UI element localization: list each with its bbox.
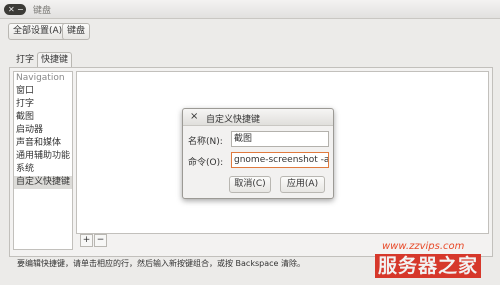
- cancel-button[interactable]: 取消(C): [229, 176, 271, 193]
- close-icon[interactable]: ×: [190, 111, 198, 122]
- command-field[interactable]: gnome-screenshot -a: [231, 152, 329, 168]
- sidebar-item-typing[interactable]: 打字: [14, 98, 72, 111]
- sidebar-item-windows[interactable]: 窗口: [14, 85, 72, 98]
- tab-typing[interactable]: 打字: [13, 53, 37, 67]
- tab-shortcuts[interactable]: 快捷键: [37, 52, 73, 67]
- sidebar-item-screenshots[interactable]: 截图: [14, 111, 72, 124]
- dialog-titlebar: × 自定义快捷键: [183, 109, 333, 126]
- sidebar-item-navigation[interactable]: Navigation: [14, 72, 72, 85]
- watermark-brand: 服务器之家: [375, 254, 482, 278]
- close-icon[interactable]: ✕: [8, 4, 15, 15]
- all-settings-button[interactable]: 全部设置(A): [8, 23, 68, 40]
- sidebar-item-system[interactable]: 系统: [14, 163, 72, 176]
- sidebar-item-custom-shortcuts[interactable]: 自定义快捷键: [14, 176, 72, 189]
- window-title: 键盘: [33, 6, 52, 16]
- apply-button[interactable]: 应用(A): [280, 176, 325, 193]
- sidebar-item-accessibility[interactable]: 通用辅助功能: [14, 150, 72, 163]
- dialog-title: 自定义快捷键: [206, 115, 261, 125]
- minimize-icon[interactable]: −: [17, 4, 24, 15]
- shortcut-hint-text: 要编辑快捷键，请单击相应的行，然后输入新按键组合，或按 Backspace 清除…: [17, 259, 305, 268]
- sidebar-item-sound-media[interactable]: 声音和媒体: [14, 137, 72, 150]
- add-shortcut-button[interactable]: +: [80, 234, 93, 247]
- command-label: 命令(O):: [188, 158, 224, 168]
- window-titlebar: ✕ − 键盘: [0, 0, 500, 19]
- remove-shortcut-button[interactable]: −: [94, 234, 107, 247]
- watermark-url: www.zzvips.com: [382, 241, 465, 252]
- keyboard-breadcrumb-button[interactable]: 键盘: [62, 23, 91, 40]
- name-label: 名称(N):: [188, 137, 223, 147]
- custom-shortcut-dialog: × 自定义快捷键 名称(N): 截图 命令(O): gnome-screensh…: [182, 108, 334, 199]
- sidebar-item-launchers[interactable]: 启动器: [14, 124, 72, 137]
- window-controls[interactable]: ✕ −: [4, 4, 26, 15]
- shortcut-category-list[interactable]: Navigation 窗口 打字 截图 启动器 声音和媒体 通用辅助功能 系统 …: [13, 71, 73, 250]
- name-field[interactable]: 截图: [231, 131, 329, 147]
